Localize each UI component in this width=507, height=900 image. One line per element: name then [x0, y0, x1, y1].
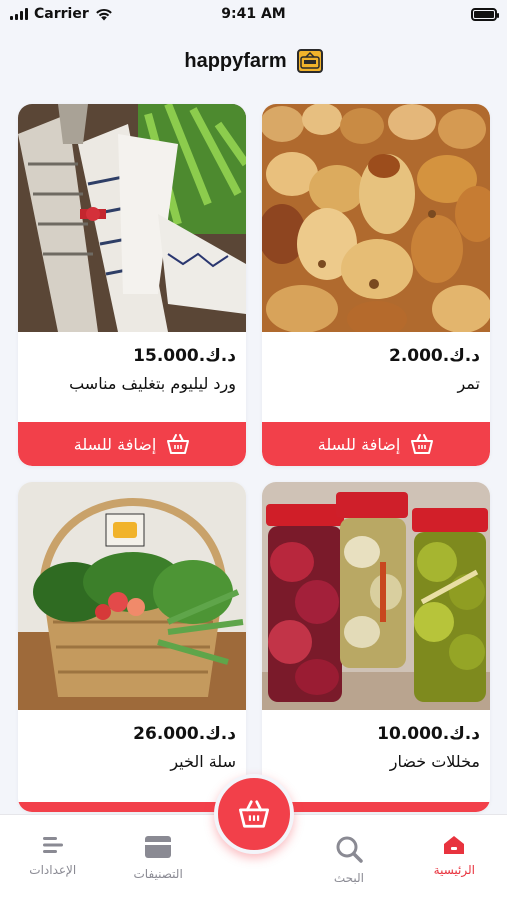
basket-icon — [411, 434, 434, 454]
product-name: سلة الخير — [170, 752, 236, 771]
basket-icon — [238, 800, 269, 828]
card-body: د.ك.26.000 سلة الخير — [18, 710, 246, 802]
add-to-cart-label: إضافة للسلة — [73, 434, 157, 454]
categories-icon — [145, 836, 172, 858]
product-card[interactable]: د.ك.26.000 سلة الخير — [18, 482, 246, 812]
card-body: د.ك.10.000 مخللات خضار — [262, 710, 490, 802]
product-card[interactable]: د.ك.2.000 تمر إضافة للسلة — [262, 104, 490, 466]
add-to-cart-label: إضافة للسلة — [317, 434, 401, 454]
tab-home[interactable]: الرئيسية — [404, 835, 504, 877]
search-icon — [336, 836, 363, 863]
add-to-cart-button[interactable] — [18, 802, 246, 812]
signal-icon — [10, 8, 28, 20]
cart-fab-button[interactable] — [214, 774, 294, 854]
tab-label: الرئيسية — [433, 863, 475, 877]
app-header: happyfarm — [0, 44, 507, 78]
status-left: Carrier — [10, 6, 113, 22]
app-title: happyfarm — [184, 49, 287, 72]
battery-icon — [471, 7, 499, 21]
card-body: د.ك.2.000 تمر — [262, 332, 490, 422]
wifi-icon — [95, 8, 112, 20]
tab-label: الإعدادات — [29, 863, 77, 877]
pickle-jars-image[interactable] — [262, 482, 490, 710]
logo-graphic — [299, 52, 320, 69]
home-icon — [444, 836, 465, 854]
product-card[interactable]: د.ك.15.000 ورد ليليوم بتغليف مناسب إضافة… — [18, 104, 246, 466]
product-grid: د.ك.2.000 تمر إضافة للسلة د.ك.15.000 ورد… — [18, 104, 490, 812]
product-name: ورد ليليوم بتغليف مناسب — [69, 374, 236, 393]
carrier-label: Carrier — [34, 6, 89, 22]
product-price: د.ك.26.000 — [133, 724, 236, 744]
card-body: د.ك.15.000 ورد ليليوم بتغليف مناسب — [18, 332, 246, 422]
add-to-cart-button[interactable]: إضافة للسلة — [262, 422, 490, 466]
add-to-cart-button[interactable] — [262, 802, 490, 812]
product-price: د.ك.2.000 — [388, 346, 480, 366]
basket-icon — [167, 434, 190, 454]
add-to-cart-button[interactable]: إضافة للسلة — [18, 422, 246, 466]
tab-label: البحث — [333, 871, 364, 885]
vegetable-basket-image[interactable] — [18, 482, 246, 710]
product-card[interactable]: د.ك.10.000 مخللات خضار — [262, 482, 490, 812]
wrapped-flowers-image[interactable] — [18, 104, 246, 332]
tab-categories[interactable]: التصنيفات — [108, 835, 208, 881]
dates-image[interactable] — [262, 104, 490, 332]
product-name: مخللات خضار — [389, 752, 480, 771]
happyfarm-logo-icon — [296, 49, 323, 73]
settings-icon — [42, 837, 63, 853]
product-price: د.ك.15.000 — [133, 346, 236, 366]
product-price: د.ك.10.000 — [377, 724, 480, 744]
status-bar: Carrier 9:41 AM — [0, 0, 507, 28]
tab-settings[interactable]: الإعدادات — [3, 835, 103, 877]
tab-search[interactable]: البحث — [299, 835, 399, 885]
tab-label: التصنيفات — [133, 867, 183, 881]
product-name: تمر — [457, 374, 480, 393]
